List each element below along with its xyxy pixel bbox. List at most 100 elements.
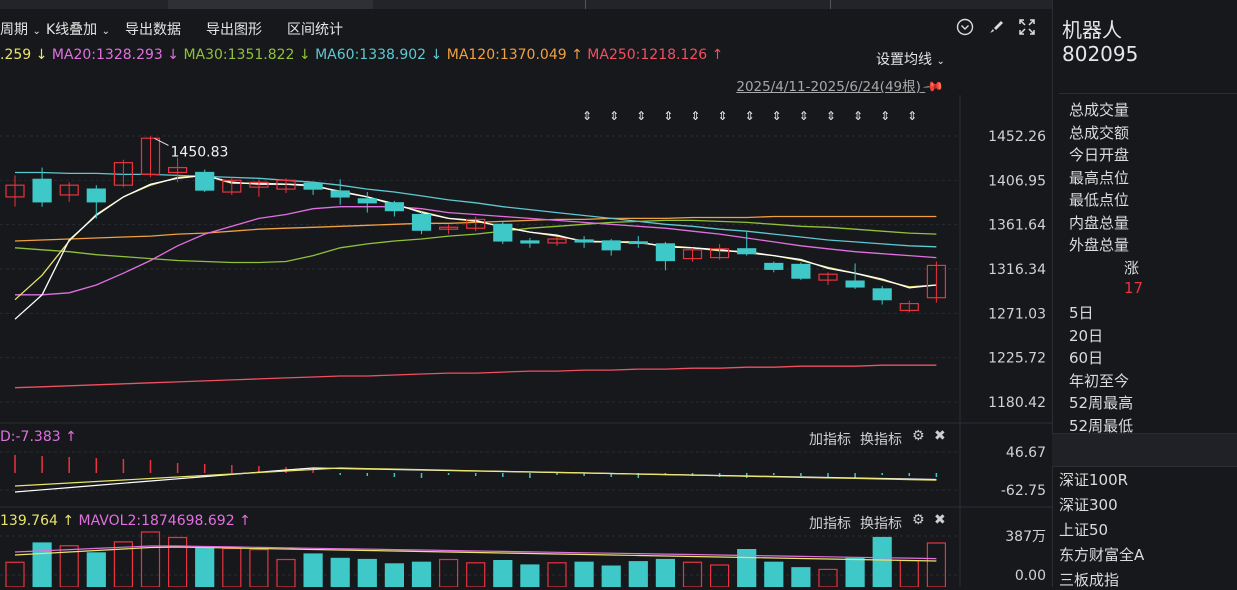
volume-bar	[32, 542, 52, 587]
signal-arrow-icon: ⇕	[907, 109, 917, 123]
candle-body	[845, 280, 865, 288]
candle-body	[493, 223, 513, 242]
volume-bar	[411, 561, 432, 587]
candle-body	[330, 190, 350, 198]
y-tick-label: 1361.64	[988, 218, 1046, 234]
volume-bar	[764, 561, 784, 587]
candle-body	[86, 188, 106, 203]
volume-bar	[330, 557, 350, 587]
volume-bar	[547, 562, 567, 587]
vol-tick-label: 0.00	[1015, 568, 1046, 584]
candle-body	[195, 171, 215, 191]
signal-arrow-icon: ⇕	[690, 109, 700, 123]
signal-arrow-icon: ⇕	[609, 109, 619, 123]
macd-dif-line	[14, 467, 937, 493]
volume-bar	[845, 557, 865, 587]
related-index-item[interactable]: 深证100R	[1059, 469, 1128, 490]
divider	[1059, 93, 1237, 94]
vol-switch-indicator[interactable]: 换指标	[860, 513, 902, 533]
y-tick-label: 1316.34	[988, 262, 1046, 278]
volume-bar	[926, 542, 947, 587]
period-stat-label: 年初至今	[1069, 371, 1130, 390]
volume-bar	[872, 536, 892, 587]
signal-arrow-icon: ⇕	[772, 109, 782, 123]
vol-add-indicator[interactable]: 加指标	[809, 513, 851, 533]
volume-bar	[439, 558, 459, 587]
y-tick-label: 1406.95	[988, 173, 1046, 189]
close-icon[interactable]: ✖	[934, 512, 946, 528]
volume-bar	[493, 559, 513, 587]
volume-bar	[601, 565, 621, 587]
volume-bar	[628, 561, 648, 587]
macd-add-indicator[interactable]: 加指标	[809, 429, 851, 449]
volume-bar	[276, 558, 296, 587]
volume-bar	[520, 564, 540, 587]
period-stat-label: 52周最高	[1069, 394, 1134, 412]
volume-bar	[168, 536, 188, 587]
period-stat-label: 5日	[1069, 304, 1094, 322]
volume-bar	[818, 568, 838, 587]
y-tick-label: 1180.42	[988, 395, 1046, 411]
signal-arrow-icon: ⇕	[582, 109, 592, 123]
related-index-item[interactable]: 上证50	[1059, 519, 1108, 540]
related-index-item[interactable]: 东方财富全A	[1059, 544, 1144, 565]
volume-bar	[86, 552, 106, 587]
related-index-item[interactable]: 深证300	[1059, 494, 1118, 515]
macd-header: D:-7.383 ↑	[0, 429, 77, 445]
gear-icon[interactable]: ⚙	[912, 428, 925, 444]
y-tick-label: 1225.72	[988, 351, 1046, 367]
candle-body	[655, 243, 676, 262]
candle-body	[601, 240, 621, 251]
y-tick-label: 1452.26	[988, 129, 1046, 145]
signal-arrow-icon: ⇕	[717, 109, 727, 123]
candle-body	[32, 178, 52, 203]
volume-bar	[357, 558, 377, 587]
mavol1-line	[14, 546, 937, 562]
quote-field-label: 外盘总量	[1069, 236, 1130, 254]
candle-body	[384, 202, 404, 212]
gear-icon[interactable]: ⚙	[912, 512, 925, 528]
quote-field-label: 今日开盘	[1069, 146, 1130, 164]
volume-bar	[140, 531, 161, 587]
candle-body	[411, 213, 432, 231]
quote-field-label: 最低点位	[1069, 191, 1130, 209]
macd-switch-indicator[interactable]: 换指标	[860, 429, 902, 449]
signal-arrow-icon: ⇕	[880, 109, 890, 123]
quote-field-label: 最高点位	[1069, 168, 1130, 187]
y-tick-label: 1271.03	[988, 306, 1046, 322]
ma5-line	[14, 174, 937, 320]
candle-body	[357, 198, 377, 204]
kline-chart[interactable]: 1452.26 1406.95 1361.64 1316.34 1271.03 1225.…	[0, 0, 1052, 587]
quote-field-label: 总成交量	[1069, 101, 1130, 119]
change-label: 涨	[1124, 259, 1140, 277]
volume-bar	[655, 558, 676, 587]
volume-bar	[791, 567, 811, 587]
volume-bar	[899, 559, 919, 587]
index-list-header	[1052, 433, 1237, 467]
signal-arrow-icon: ⇕	[826, 109, 836, 123]
candle-body	[574, 239, 594, 243]
volume-bar	[303, 553, 323, 587]
macd-tick-label: 46.67	[1006, 445, 1046, 461]
security-name: 机器人	[1062, 18, 1122, 42]
volume-bar	[384, 563, 404, 587]
signal-arrow-icon: ⇕	[853, 109, 863, 123]
close-icon[interactable]: ✖	[934, 428, 946, 444]
period-stat-label: 20日	[1069, 326, 1104, 345]
candle-body	[520, 240, 540, 244]
ma250-line	[14, 364, 937, 389]
signal-arrow-icon: ⇕	[745, 109, 755, 123]
high-annotation-line	[154, 137, 169, 146]
quote-field-label: 内盘总量	[1069, 213, 1130, 232]
volume-bar	[709, 564, 730, 587]
candle-body	[628, 241, 648, 245]
macd-tick-label: -62.75	[1001, 483, 1046, 499]
candle-body	[303, 182, 323, 190]
security-code: 802095	[1062, 42, 1139, 66]
vol-tick-label: 387万	[1005, 529, 1046, 545]
vol-header: 139.764 ↑ MAVOL2:1874698.692 ↑	[0, 513, 251, 529]
candle-body	[737, 248, 757, 255]
change-value: 17	[1124, 279, 1144, 297]
macd-dea-line	[14, 467, 937, 487]
ma10-line	[14, 174, 937, 301]
